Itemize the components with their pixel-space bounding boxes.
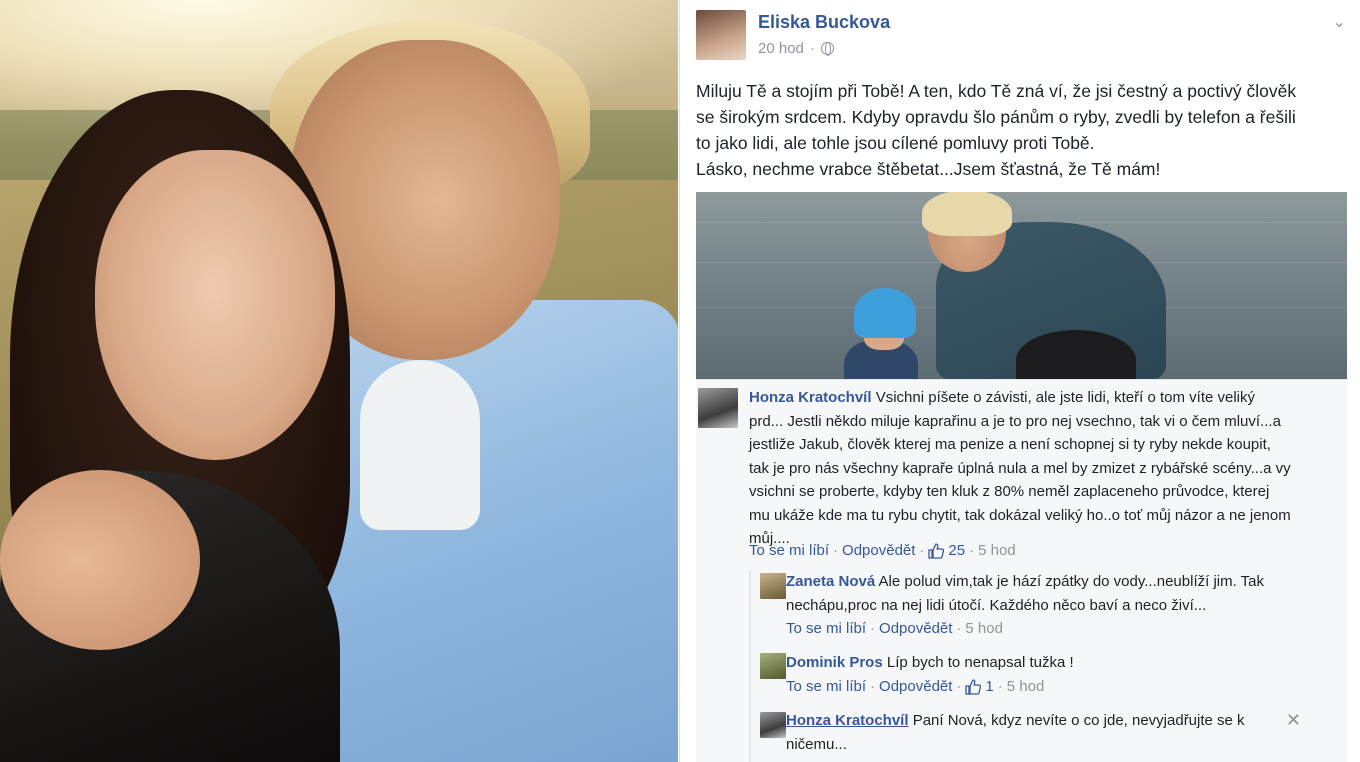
comment-text: Paní Nová, kdyz nevíte o co jde, nevyjad… xyxy=(912,712,1245,729)
comment-text: Vsichni píšete o závisti, ale jste lidi,… xyxy=(875,389,1256,406)
reply-comment: Zaneta Nová Ale polud vim,tak je hází zp… xyxy=(786,570,1306,617)
comment-actions: To se mi líbí · Odpovědět · 5 hod xyxy=(786,620,1003,637)
comment-text-line: vsichni se proberte, kdyby ten kluk z 80… xyxy=(749,483,1270,500)
post-text-line: Miluju Tě a stojím při Tobě! A ten, kdo … xyxy=(696,81,1297,101)
like-count[interactable]: 1 xyxy=(985,678,993,695)
thumbs-up-icon[interactable] xyxy=(928,542,945,559)
photo-man-arm xyxy=(0,470,200,650)
comment-text: Líp bych to nenapsal tužka ! xyxy=(886,654,1074,671)
comment-text-line: ničemu... xyxy=(786,735,847,753)
dot-separator: · xyxy=(956,678,962,695)
couple-photo[interactable] xyxy=(0,0,678,762)
comment-time[interactable]: 5 hod xyxy=(978,542,1016,559)
reply-comment: Dominik Pros Líp bych to nenapsal tužka … xyxy=(786,651,1306,675)
comment-time[interactable]: 5 hod xyxy=(1007,678,1045,695)
post-text: Miluju Tě a stojím při Tobě! A ten, kdo … xyxy=(696,78,1351,182)
reply-thread-line xyxy=(749,570,751,762)
commenter-avatar[interactable] xyxy=(698,388,738,428)
comment-actions: To se mi líbí · Odpovědět · 25 · 5 hod xyxy=(749,542,1016,559)
dot-separator: · xyxy=(870,620,876,637)
dot-separator: · xyxy=(919,542,925,559)
commenter-name[interactable]: Honza Kratochvíl xyxy=(749,389,872,406)
dot-separator: · xyxy=(969,542,975,559)
comment: Honza Kratochvíl Vsichni píšete o závist… xyxy=(749,386,1339,551)
commenter-avatar[interactable] xyxy=(760,573,786,599)
dot-separator: · xyxy=(833,542,839,559)
post-text-line: Lásko, nechme vrabce štěbetat...Jsem šťa… xyxy=(696,159,1161,179)
photo-man-shirt xyxy=(300,300,678,762)
comment-text-line: nechápu,proc na nej lidi útočí. Každého … xyxy=(786,596,1207,614)
comment-text-line: tak je pro nás všechny kapraře úplná nul… xyxy=(749,459,1291,477)
comment-first-line: Dominik Pros Líp bych to nenapsal tužka … xyxy=(786,651,1306,675)
dot-separator: · xyxy=(997,678,1003,695)
post-text-line: se širokým srdcem. Kdyby opravdu šlo pán… xyxy=(696,107,1296,127)
comment-time[interactable]: 5 hod xyxy=(965,620,1003,637)
comment-text-line: jestliže Jakub, člověk kterej ma penize … xyxy=(749,436,1271,453)
comment-first-line: Honza Kratochvíl Paní Nová, kdyz nevíte … xyxy=(786,709,1286,733)
like-link[interactable]: To se mi líbí xyxy=(749,542,829,559)
globe-icon[interactable] xyxy=(820,42,834,56)
commenter-name[interactable]: Dominik Pros xyxy=(786,654,883,671)
photo-woman-face xyxy=(95,150,335,460)
reply-comment: Honza Kratochvíl Paní Nová, kdyz nevíte … xyxy=(786,709,1286,756)
dot-separator: · xyxy=(870,678,876,695)
comment-text-line: prd... Jestli někdo miluje kaprařinu a j… xyxy=(749,412,1281,430)
meta-separator: · xyxy=(809,40,815,57)
author-name[interactable]: Eliska Buckova xyxy=(758,12,890,33)
comment-text: Ale polud vim,tak je hází zpátky do vody… xyxy=(878,573,1265,590)
thumbs-up-icon[interactable] xyxy=(965,678,982,695)
post-time[interactable]: 20 hod xyxy=(758,40,804,57)
comments-section: Honza Kratochvíl Vsichni píšete o závist… xyxy=(696,379,1347,762)
comment-text-line: mu ukáže kde ma tu rybu chytit, tak doká… xyxy=(749,506,1291,524)
commenter-avatar[interactable] xyxy=(760,712,786,738)
dot-separator: · xyxy=(956,620,962,637)
commenter-avatar[interactable] xyxy=(760,653,786,679)
chevron-down-icon[interactable]: ⌄ xyxy=(1333,12,1346,32)
post-photo[interactable] xyxy=(696,192,1347,379)
photo-child-cap xyxy=(854,288,916,338)
comment-first-line: Honza Kratochvíl Vsichni píšete o závist… xyxy=(749,386,1339,410)
photo-fisherman-hair xyxy=(922,192,1012,236)
commenter-name[interactable]: Zaneta Nová xyxy=(786,573,875,590)
like-count[interactable]: 25 xyxy=(948,542,965,559)
photo-man-tee xyxy=(360,360,480,530)
post-text-line: to jako lidi, ale tohle jsou cílené poml… xyxy=(696,133,1095,153)
facebook-post: Eliska Buckova 20 hod · ⌄ Miluju Tě a st… xyxy=(679,0,1360,762)
reply-link[interactable]: Odpovědět xyxy=(879,620,952,637)
comment-first-line: Zaneta Nová Ale polud vim,tak je hází zp… xyxy=(786,570,1306,594)
like-link[interactable]: To se mi líbí xyxy=(786,620,866,637)
close-icon[interactable]: ✕ xyxy=(1286,710,1301,731)
comment-actions: To se mi líbí · Odpovědět · 1 · 5 hod xyxy=(786,678,1044,695)
commenter-name[interactable]: Honza Kratochvíl xyxy=(786,712,909,729)
author-avatar[interactable] xyxy=(696,10,746,60)
reply-link[interactable]: Odpovědět xyxy=(842,542,915,559)
reply-link[interactable]: Odpovědět xyxy=(879,678,952,695)
post-meta: 20 hod · xyxy=(758,40,834,57)
like-link[interactable]: To se mi líbí xyxy=(786,678,866,695)
